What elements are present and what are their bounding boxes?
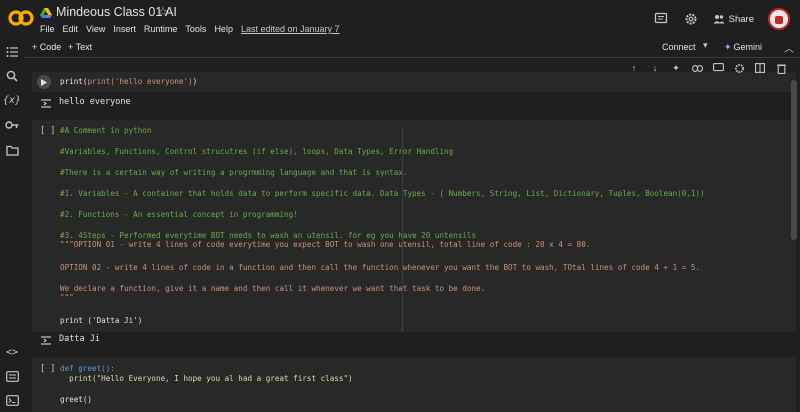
comments-icon[interactable] — [653, 11, 669, 27]
people-icon — [713, 15, 725, 24]
output-toggle-icon[interactable] — [40, 97, 52, 109]
search-icon[interactable] — [4, 68, 20, 84]
code-cell-3[interactable]: [ ] def greet(): print("Hello Everyone, … — [32, 358, 796, 412]
menu-file[interactable]: File — [40, 24, 55, 34]
gemini-spark-icon: ✦ — [724, 42, 732, 52]
share-label: Share — [728, 13, 754, 25]
code-cell-2[interactable]: [ ] #A Comment in python #Variables, Fun… — [32, 120, 796, 332]
delete-icon[interactable] — [775, 62, 787, 74]
comment-icon[interactable] — [712, 62, 724, 74]
menu-tools[interactable]: Tools — [185, 24, 206, 34]
code-line: #Variables, Functions, Control strucutre… — [60, 147, 454, 156]
colab-logo[interactable] — [8, 8, 34, 28]
cell-run-bracket[interactable]: [ ] — [40, 364, 55, 374]
account-avatar[interactable] — [768, 8, 790, 30]
code-line: def greet(): — [60, 364, 115, 373]
cell-output-2: Datta Ji — [32, 331, 796, 349]
settings-icon[interactable] — [733, 62, 745, 74]
gemini-label: Gemini — [733, 42, 763, 52]
menu-runtime[interactable]: Runtime — [144, 24, 178, 34]
variables-icon[interactable]: {x} — [3, 92, 21, 108]
code-snippets-icon[interactable]: <> — [4, 344, 20, 360]
collapse-header-icon[interactable]: ︿ — [784, 40, 794, 55]
output-text: hello everyone — [59, 97, 131, 107]
code-editor[interactable]: print(print('hello everyone')) — [60, 77, 197, 87]
left-sidebar: {x} <> — [0, 38, 24, 412]
code-cell-1[interactable]: print(print('hello everyone')) — [32, 72, 796, 92]
menu-insert[interactable]: Insert — [113, 24, 136, 34]
share-button[interactable]: Share — [713, 14, 754, 25]
secrets-key-icon[interactable] — [4, 117, 20, 133]
move-down-icon[interactable]: ↓ — [649, 62, 661, 74]
menu-bar: File Edit View Insert Runtime Tools Help… — [40, 24, 340, 34]
header-actions: Share — [653, 8, 790, 30]
code-line: We declare a function, give it a name an… — [60, 284, 486, 293]
folder-icon[interactable] — [4, 142, 20, 158]
code-line: #2. Functions - An essential concept in … — [60, 210, 298, 219]
menu-view[interactable]: View — [86, 24, 105, 34]
add-code-button[interactable]: + Code — [32, 42, 61, 52]
cell-toolbar: ↑ ↓ ✦ ⋮ — [628, 62, 800, 74]
output-text: Datta Ji — [59, 334, 100, 344]
menu-help[interactable]: Help — [214, 24, 233, 34]
app-header: Mindeous Class 01 AI ☆ File Edit View In… — [0, 0, 800, 38]
run-cell-button[interactable] — [37, 75, 51, 89]
gemini-spark-icon[interactable]: ✦ — [670, 62, 682, 74]
notebook-toolbar: + Code + Text Connect ▾ ✦ Gemini ︿ — [24, 38, 800, 58]
notebook-body: print(print('hello everyone')) ↑ ↓ ✦ ⋮ h… — [24, 58, 800, 412]
line-length-ruler — [402, 126, 403, 332]
more-icon[interactable]: ⋮ — [796, 62, 800, 74]
code-line: print('hello everyone') — [87, 77, 193, 86]
connect-button[interactable]: Connect — [662, 42, 696, 52]
code-line: greet() — [60, 395, 93, 404]
menu-edit[interactable]: Edit — [63, 24, 79, 34]
code-line: #1. Variables - A container that holds d… — [60, 189, 705, 198]
cell-run-bracket[interactable]: [ ] — [40, 126, 55, 136]
chevron-down-icon[interactable]: ▾ — [703, 40, 708, 51]
code-line: #There is a certain way of writing a pro… — [60, 168, 408, 177]
code-line: print ('Datta Ji') — [60, 316, 143, 325]
settings-gear-icon[interactable] — [683, 11, 699, 27]
code-line: OPTION 02 - write 4 lines of code in a f… — [60, 263, 701, 272]
add-text-button[interactable]: + Text — [68, 42, 92, 52]
vertical-scrollbar[interactable] — [791, 80, 797, 240]
terminal-icon[interactable] — [4, 392, 20, 408]
star-icon[interactable]: ☆ — [157, 4, 169, 20]
table-of-contents-icon[interactable] — [4, 44, 20, 60]
code-line: """OPTION 01 - write 4 lines of code eve… — [60, 240, 591, 249]
move-up-icon[interactable]: ↑ — [628, 62, 640, 74]
code-line: print("Hello Everyone, I hope you al had… — [60, 374, 353, 383]
output-toggle-icon[interactable] — [40, 334, 52, 346]
code-line: #A Comment in python — [60, 126, 152, 135]
mirror-cell-icon[interactable] — [754, 62, 766, 74]
command-palette-icon[interactable] — [4, 368, 20, 384]
cell-output-1: hello everyone — [32, 94, 796, 112]
drive-icon — [40, 8, 52, 18]
link-icon[interactable] — [691, 62, 703, 74]
gemini-button[interactable]: ✦ Gemini — [724, 42, 762, 53]
play-icon — [41, 78, 47, 86]
last-edited-link[interactable]: Last edited on January 7 — [241, 24, 340, 34]
code-line: """ — [60, 293, 74, 302]
